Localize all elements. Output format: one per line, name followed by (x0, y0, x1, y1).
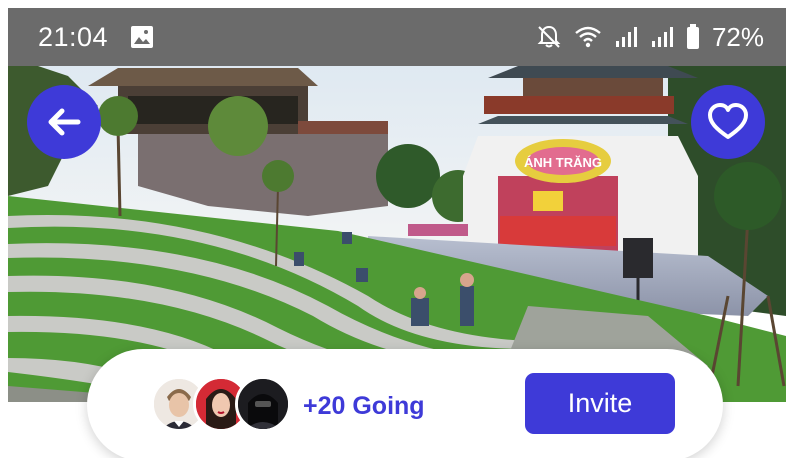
favorite-button[interactable] (691, 85, 765, 159)
attendee-avatars[interactable] (151, 376, 291, 432)
signal-icon (614, 25, 638, 49)
battery-icon (686, 24, 700, 50)
signal-icon (650, 25, 674, 49)
status-time: 21:04 (38, 21, 109, 52)
wifi-icon (574, 25, 602, 49)
stage-sign: ÁNH TRĂNG (524, 155, 602, 170)
status-bar: 21:04 72% (8, 8, 786, 66)
going-card: +20 Going Invite (87, 349, 723, 458)
avatar (235, 376, 291, 432)
bell-off-icon (536, 24, 562, 50)
going-count: +20 Going (303, 392, 425, 420)
battery-level: 72% (711, 21, 764, 52)
arrow-left-icon (44, 102, 84, 142)
image-icon (130, 25, 154, 49)
back-button[interactable] (27, 85, 101, 159)
invite-button[interactable]: Invite (525, 373, 675, 434)
heart-icon (707, 103, 749, 141)
